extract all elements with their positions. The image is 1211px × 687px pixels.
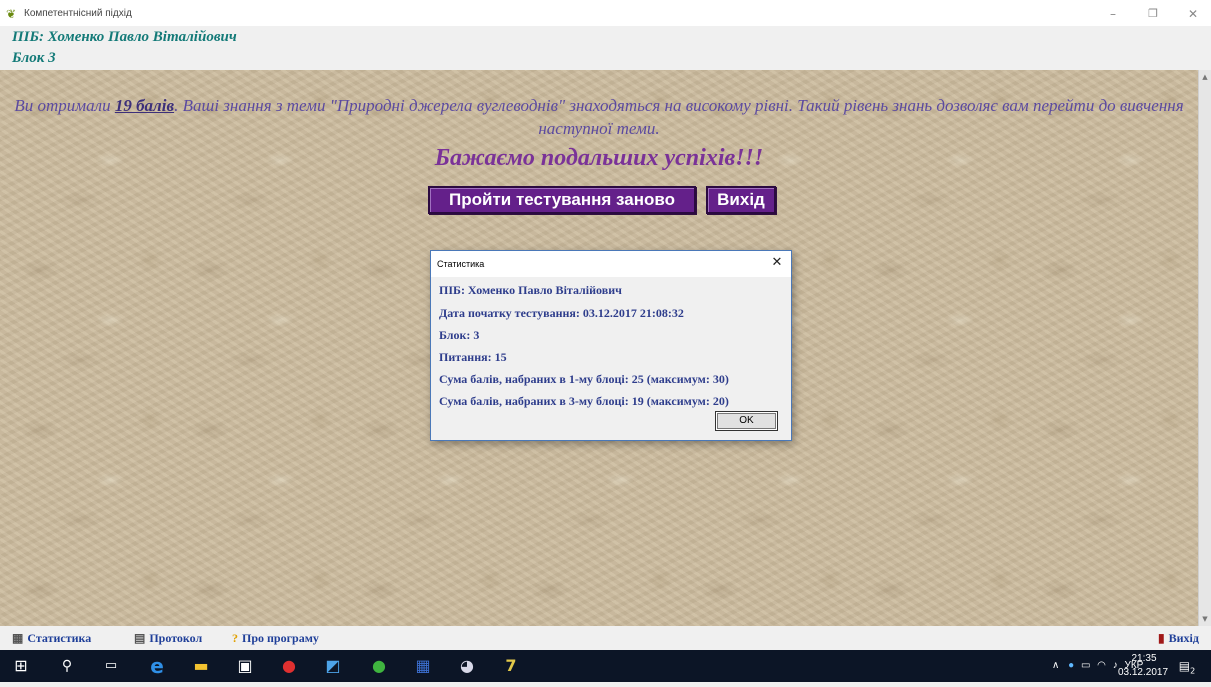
file-explorer-icon[interactable]: ▬ — [188, 650, 214, 682]
scroll-up-arrow-icon[interactable]: ▲ — [1199, 70, 1211, 84]
menu-protocol-label: Протокол — [149, 631, 203, 645]
paint-icon[interactable]: ◕ — [454, 650, 480, 682]
dialog-close-button[interactable]: ✕ — [767, 254, 787, 272]
app-logo-icon: ❦ — [6, 7, 17, 21]
result-text-before: Ви отримали — [14, 96, 115, 115]
battery-icon[interactable]: ▭ — [1081, 660, 1090, 671]
question-icon: ? — [232, 631, 238, 645]
yandex-icon[interactable]: ● — [276, 650, 302, 682]
network-icon[interactable]: ● — [1068, 660, 1074, 671]
dialog-title: Статистика — [437, 259, 485, 269]
window-title: Компетентнісний підхід — [24, 8, 132, 19]
scroll-down-arrow-icon[interactable]: ▼ — [1199, 612, 1211, 626]
menu-exit-label: Вихід — [1168, 631, 1199, 645]
retry-test-button[interactable]: Пройти тестування заново — [428, 186, 696, 214]
menu-statistics[interactable]: ▦ Статистика — [12, 631, 91, 646]
student-name: ПІБ: Хоменко Павло Віталійович — [12, 29, 237, 45]
app-icon[interactable]: ◩ — [320, 650, 346, 682]
word-icon[interactable]: ▦ — [410, 650, 436, 682]
window-title-bar: ❦ Компетентнісний підхід – ❐ ✕ — [0, 0, 1211, 26]
ok-button[interactable]: OK — [715, 411, 778, 431]
search-icon[interactable]: ⚲ — [54, 650, 80, 682]
stat-name: ПІБ: Хоменко Павло Віталійович — [439, 283, 622, 297]
dialog-body: ПІБ: Хоменко Павло Віталійович Дата поча… — [431, 277, 791, 440]
maximize-button[interactable]: ❐ — [1140, 4, 1166, 24]
utorrent-icon[interactable]: ● — [366, 650, 392, 682]
stat-block: Блок: 3 — [439, 328, 480, 342]
wifi-icon[interactable]: ◠ — [1097, 660, 1106, 671]
minimize-button[interactable]: – — [1100, 4, 1126, 24]
edge-icon[interactable]: e — [144, 650, 170, 682]
block-label: Блок 3 — [12, 50, 56, 66]
stat-block1-score: Сума балів, набраних в 1-му блоці: 25 (м… — [439, 372, 729, 386]
close-window-button[interactable]: ✕ — [1180, 4, 1206, 24]
exit-button[interactable]: Вихід — [706, 186, 776, 214]
clock-time[interactable]: 21:35 — [1126, 653, 1162, 664]
vertical-scrollbar[interactable]: ▲ ▼ — [1198, 70, 1211, 626]
menu-statistics-label: Статистика — [27, 631, 92, 645]
result-message: Ви отримали 19 балів. Ваші знання з теми… — [14, 94, 1184, 140]
notification-count: 2 — [1190, 666, 1196, 676]
exit-door-icon: ▮ — [1158, 631, 1165, 645]
menu-exit[interactable]: ▮ Вихід — [1158, 631, 1199, 646]
windows-start-icon[interactable]: ⊞ — [8, 650, 34, 682]
tray-chevron-icon[interactable]: ∧ — [1052, 660, 1059, 671]
test-app-icon[interactable]: 7 — [498, 650, 524, 682]
document-icon: ▤ — [134, 631, 146, 645]
stat-questions: Питання: 15 — [439, 350, 507, 364]
wish-message: Бажаємо подальших успіхів!!! — [434, 145, 764, 171]
result-text-after: . Ваші знання з теми "Природні джерела в… — [174, 96, 1184, 138]
score-value: 19 балів — [114, 96, 175, 115]
menu-about-label: Про програму — [242, 631, 319, 645]
menu-protocol[interactable]: ▤ Протокол — [134, 631, 202, 646]
table-icon: ▦ — [12, 631, 24, 645]
clock-date[interactable]: 03.12.2017 — [1116, 667, 1170, 678]
statistics-dialog: Статистика ✕ ПІБ: Хоменко Павло Віталійо… — [430, 250, 792, 441]
notifications-icon[interactable]: ▤2 — [1176, 650, 1198, 682]
bottom-menu-bar: ▦ Статистика ▤ Протокол ? Про програму ▮ Вих… — [0, 626, 1211, 650]
store-icon[interactable]: ▣ — [232, 650, 258, 682]
windows-taskbar: ⊞ ⚲ ▭ e ▬ ▣ ● ◩ ● ▦ ◕ 7 ∧ ● ▭ ◠ ♪ УКР 21… — [0, 650, 1211, 682]
stat-start-date: Дата початку тестування: 03.12.2017 21:0… — [439, 306, 684, 320]
task-view-icon[interactable]: ▭ — [98, 650, 124, 682]
user-info-header: ПІБ: Хоменко Павло Віталійович Блок 3 — [0, 26, 1211, 70]
menu-about[interactable]: ? Про програму — [232, 631, 319, 646]
stat-block3-score: Сума балів, набраних в 3-му блоці: 19 (м… — [439, 394, 729, 408]
